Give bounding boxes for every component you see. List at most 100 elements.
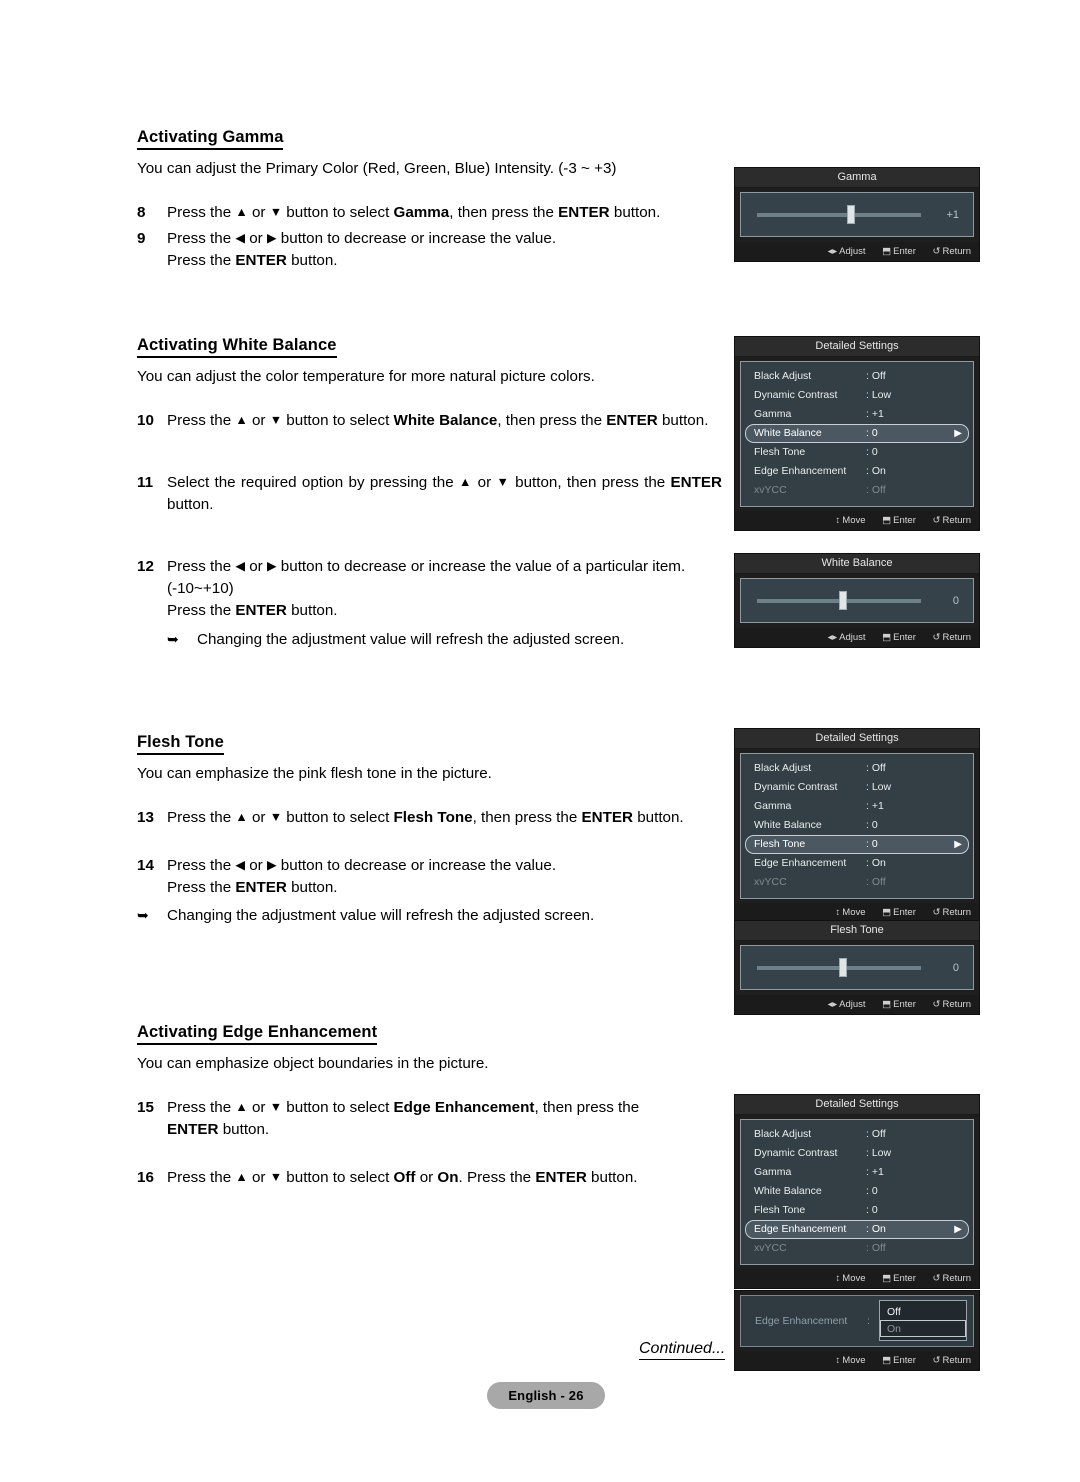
row-value: : Off — [866, 370, 886, 382]
return-icon: ↺ — [932, 999, 941, 1010]
up-arrow-icon: ▲ — [235, 413, 248, 428]
settings-row-black-adjust[interactable]: Black Adjust: Off▶ — [745, 367, 969, 386]
settings-row-white-balance[interactable]: White Balance: 0▶ — [745, 816, 969, 835]
settings-row-black-adjust[interactable]: Black Adjust: Off▶ — [745, 1125, 969, 1144]
settings-row-flesh-tone[interactable]: Flesh Tone: 0▶ — [745, 1201, 969, 1220]
settings-row-dynamic-contrast[interactable]: Dynamic Contrast: Low▶ — [745, 386, 969, 405]
step-range: (-10~+10) — [167, 580, 234, 598]
option-item-off[interactable]: Off — [880, 1303, 966, 1320]
edge-enhancement-option-box: Edge Enhancement : Off On — [740, 1295, 974, 1347]
step-continuation: Press the ENTER button. — [167, 878, 338, 896]
slider-track — [757, 212, 921, 217]
row-label: White Balance — [754, 427, 822, 439]
manual-page: Activating Gamma You can adjust the Prim… — [0, 0, 1080, 1482]
section-intro-white-balance: You can adjust the color temperature for… — [137, 368, 595, 386]
footer-hint-return: ↺ Return — [932, 515, 971, 526]
row-value: : Off — [866, 1242, 886, 1254]
row-label: Edge Enhancement — [754, 857, 847, 869]
down-arrow-icon: ▼ — [269, 1099, 283, 1114]
up-arrow-icon: ▲ — [235, 1099, 248, 1114]
section-heading-text: Activating Edge Enhancement — [137, 1023, 378, 1045]
row-label: Flesh Tone — [754, 1204, 806, 1216]
option-colon: : — [867, 1315, 870, 1327]
settings-row-gamma[interactable]: Gamma: +1▶ — [745, 1163, 969, 1182]
settings-row-dynamic-contrast[interactable]: Dynamic Contrast: Low▶ — [745, 778, 969, 797]
footer-hint-return: ↺ Return — [932, 1273, 971, 1284]
step-number: 12 — [137, 558, 154, 576]
settings-row-edge-enhancement[interactable]: Edge Enhancement: On▶ — [745, 1220, 969, 1239]
row-value: : Off — [866, 762, 886, 774]
settings-row-white-balance[interactable]: White Balance: 0▶ — [745, 1182, 969, 1201]
return-icon: ↺ — [932, 1355, 941, 1366]
footer-hint-return: ↺ Return — [932, 1355, 971, 1366]
step-text: Press the ▲ or ▼ button to select Off or… — [167, 1168, 638, 1186]
page-number-badge: English - 26 — [487, 1382, 605, 1409]
row-value: : +1 — [866, 408, 884, 420]
slider-knob[interactable] — [839, 590, 847, 610]
row-value: : Low — [866, 1147, 892, 1159]
gamma-slider[interactable]: +1 — [740, 192, 974, 237]
settings-row-black-adjust[interactable]: Black Adjust: Off▶ — [745, 759, 969, 778]
footer-hint-adjust: ◂▸ Adjust — [827, 246, 866, 257]
osd-panel-edge-enhancement-options: Edge Enhancement : Off On ↕ Move ⬒ Enter ↺… — [734, 1290, 980, 1371]
osd-footer: ↕ Move ⬒ Enter ↺ Return — [735, 1351, 979, 1370]
return-icon: ↺ — [932, 1273, 941, 1284]
step-number: 10 — [137, 412, 154, 430]
step-number: 11 — [137, 474, 154, 492]
row-label: Black Adjust — [754, 370, 812, 382]
settings-row-gamma[interactable]: Gamma: +1▶ — [745, 797, 969, 816]
section-intro-edge-enhancement: You can emphasize object boundaries in t… — [137, 1054, 489, 1072]
left-arrow-icon: ◀ — [235, 559, 245, 574]
enter-icon: ⬒ — [882, 999, 892, 1010]
row-label: Black Adjust — [754, 762, 812, 774]
footer-hint-enter: ⬒ Enter — [882, 999, 916, 1010]
section-intro-flesh-tone: You can emphasize the pink flesh tone in… — [137, 764, 492, 782]
down-arrow-icon: ▼ — [269, 1169, 283, 1184]
instruction-column: Activating Gamma You can adjust the Prim… — [137, 128, 722, 1193]
settings-row-gamma[interactable]: Gamma: +1▶ — [745, 405, 969, 424]
row-label: xvYCC — [754, 484, 787, 496]
osd-panel-flesh-tone-slider: Flesh Tone 0 ◂▸ Adjust ⬒ Enter ↺ Return — [734, 920, 980, 1015]
row-value: : On — [866, 1223, 886, 1235]
settings-row-xvycc: xvYCC: Off▶ — [745, 1239, 969, 1258]
enter-icon: ⬒ — [882, 1273, 892, 1284]
footer-hint-enter: ⬒ Enter — [882, 1273, 916, 1284]
settings-row-flesh-tone[interactable]: Flesh Tone: 0▶ — [745, 835, 969, 854]
note-bullet-icon: ➥ — [137, 906, 149, 923]
footer-hint-enter: ⬒ Enter — [882, 1355, 916, 1366]
footer-hint-return: ↺ Return — [932, 632, 971, 643]
note-text: Changing the adjustment value will refre… — [167, 906, 595, 924]
left-arrow-icon: ◀ — [235, 231, 245, 246]
step-text: Press the ▲ or ▼ button to select White … — [167, 412, 709, 430]
adjust-icon: ◂▸ — [827, 246, 838, 257]
footer-hint-move: ↕ Move — [835, 1273, 866, 1284]
row-value: : 0 — [866, 819, 878, 831]
white-balance-slider[interactable]: 0 — [740, 578, 974, 623]
right-arrow-icon: ▶ — [266, 559, 277, 574]
settings-row-edge-enhancement[interactable]: Edge Enhancement: On▶ — [745, 854, 969, 873]
row-value: : Low — [866, 389, 892, 401]
slider-knob[interactable] — [839, 957, 847, 977]
slider-knob[interactable] — [847, 204, 856, 224]
settings-row-flesh-tone[interactable]: Flesh Tone: 0▶ — [745, 443, 969, 462]
row-label: Gamma — [754, 408, 792, 420]
section-heading-edge-enhancement: Activating Edge Enhancement — [137, 1023, 722, 1045]
up-arrow-icon: ▲ — [458, 475, 473, 490]
row-label: Dynamic Contrast — [754, 781, 838, 793]
step-continuation: ENTER button. — [167, 1120, 270, 1138]
slider-value: 0 — [952, 961, 959, 974]
return-icon: ↺ — [932, 632, 941, 643]
option-item-on[interactable]: On — [880, 1320, 966, 1337]
row-value: : 0 — [866, 427, 878, 439]
step-9: 9 Press the ◀ or ▶ button to decrease or… — [137, 228, 722, 272]
down-arrow-icon: ▼ — [269, 205, 283, 220]
settings-row-edge-enhancement[interactable]: Edge Enhancement: On▶ — [745, 462, 969, 481]
step-number: 13 — [137, 808, 154, 826]
step-number: 8 — [137, 204, 146, 222]
flesh-tone-slider[interactable]: 0 — [740, 945, 974, 990]
settings-row-dynamic-contrast[interactable]: Dynamic Contrast: Low▶ — [745, 1144, 969, 1163]
step-text: Press the ▲ or ▼ button to select Edge E… — [167, 1097, 722, 1141]
osd-footer: ↕ Move ⬒ Enter ↺ Return — [735, 511, 979, 530]
settings-row-white-balance[interactable]: White Balance: 0▶ — [745, 424, 969, 443]
up-arrow-icon: ▲ — [235, 1169, 248, 1184]
